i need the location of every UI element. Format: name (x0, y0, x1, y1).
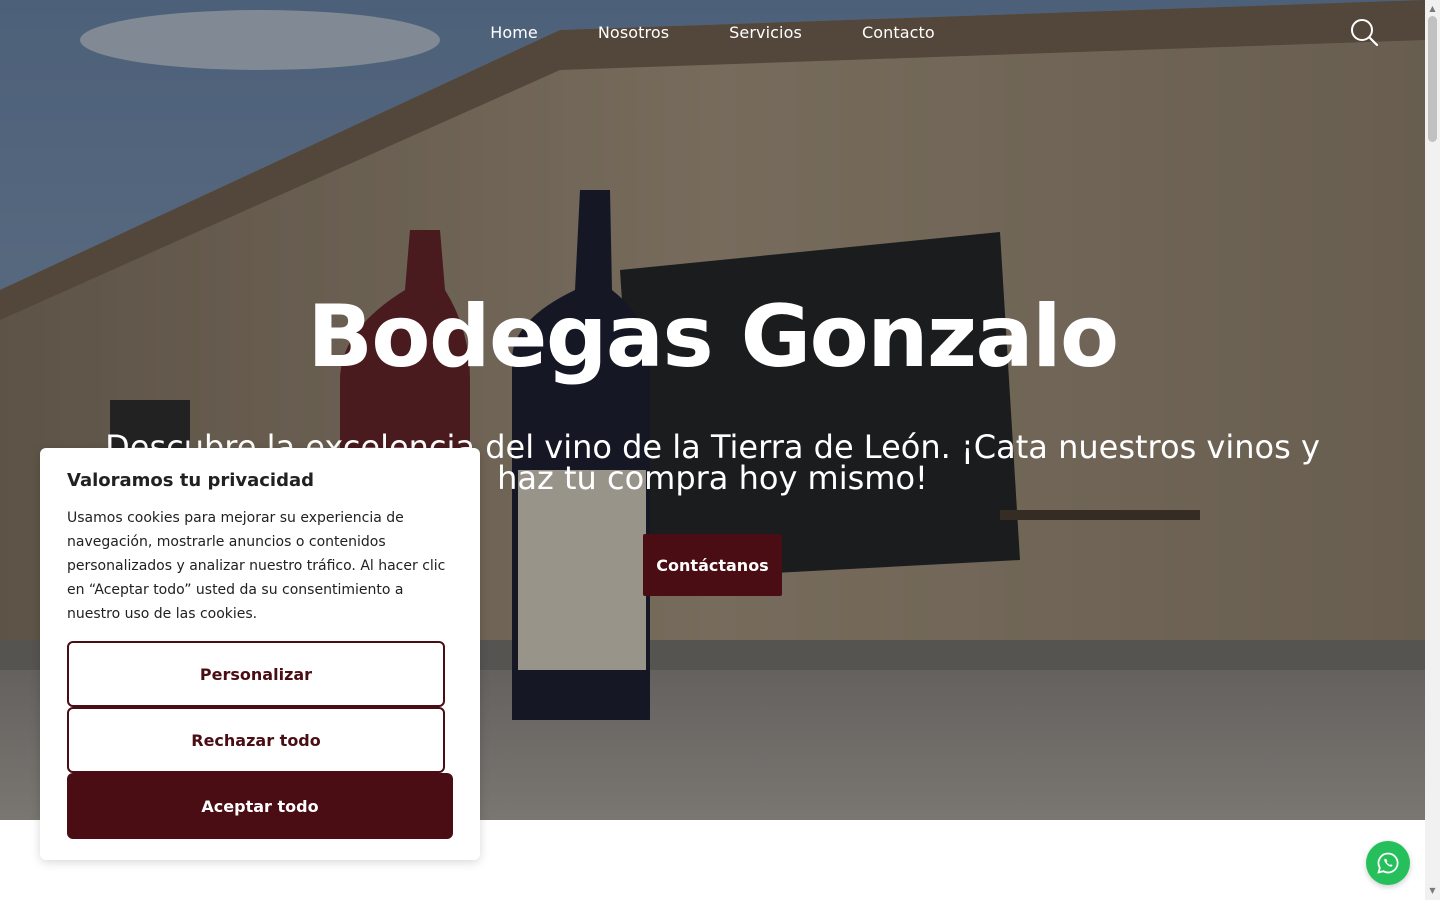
cookie-description: Usamos cookies para mejorar su experienc… (67, 510, 446, 622)
customize-cookies-button[interactable]: Personalizar (67, 641, 445, 707)
contact-cta-button[interactable]: Contáctanos (643, 534, 782, 596)
nav-item-contacto[interactable]: Contacto (832, 18, 965, 48)
cookie-title: Valoramos tu privacidad (67, 470, 315, 491)
scroll-thumb[interactable] (1428, 16, 1437, 142)
nav-item-servicios[interactable]: Servicios (699, 18, 832, 48)
whatsapp-button[interactable] (1366, 841, 1410, 885)
nav-item-nosotros[interactable]: Nosotros (568, 18, 699, 48)
main-nav: Home Nosotros Servicios Contacto (0, 18, 1425, 48)
nav-item-home[interactable]: Home (460, 18, 568, 48)
search-button[interactable] (1348, 16, 1380, 48)
accept-all-cookies-button[interactable]: Aceptar todo (67, 773, 453, 839)
whatsapp-icon (1377, 852, 1399, 874)
scroll-down-icon[interactable]: ▼ (1425, 884, 1440, 898)
page-scrollbar[interactable]: ▲ ▼ (1425, 0, 1440, 900)
cookie-consent-banner: Valoramos tu privacidad Usamos cookies p… (40, 448, 480, 860)
search-icon (1351, 19, 1379, 47)
scroll-up-icon[interactable]: ▲ (1425, 2, 1440, 16)
reject-all-cookies-button[interactable]: Rechazar todo (67, 707, 445, 773)
hero-title: Bodegas Gonzalo (307, 287, 1119, 387)
